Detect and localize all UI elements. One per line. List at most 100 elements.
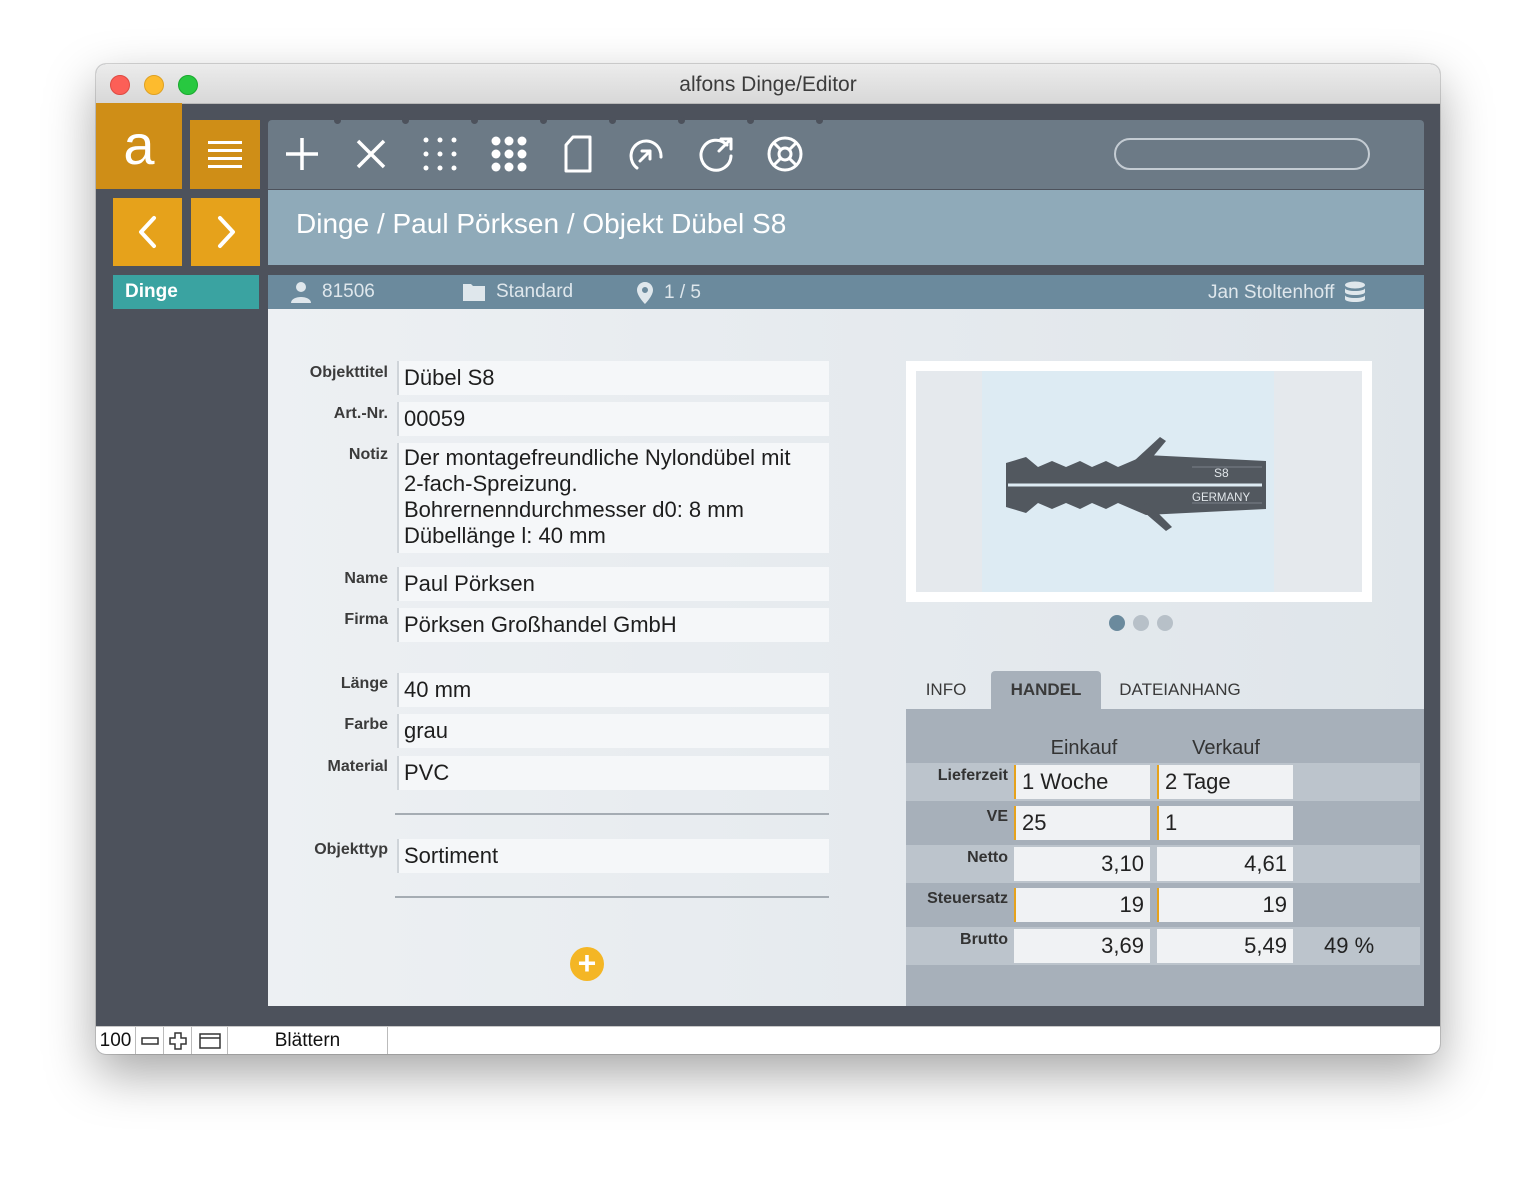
toolbar-separator-dot bbox=[816, 117, 823, 124]
small-grid-button[interactable] bbox=[418, 132, 462, 176]
row-label: VE bbox=[986, 808, 1008, 825]
zoom-level[interactable]: 100 bbox=[96, 1027, 136, 1054]
chevron-left-icon bbox=[138, 216, 156, 248]
notiz-line: Bohrernenndurchmesser d0: 8 mm bbox=[404, 497, 744, 522]
divider bbox=[395, 813, 829, 815]
ve-verkauf-field[interactable]: 1 bbox=[1157, 806, 1293, 840]
minus-icon bbox=[140, 1037, 159, 1045]
previous-button[interactable] bbox=[113, 198, 182, 266]
list-icon bbox=[208, 140, 242, 168]
plus-icon bbox=[286, 138, 318, 170]
status-bar: 100 Blättern bbox=[96, 1026, 1440, 1054]
material-label: Material bbox=[327, 758, 388, 775]
material-field[interactable]: PVC bbox=[397, 756, 829, 790]
document-icon bbox=[564, 135, 592, 173]
wall-plug-image: S8 GERMANY bbox=[1006, 437, 1266, 531]
ve-einkauf-field[interactable]: 25 bbox=[1014, 806, 1150, 840]
objekttyp-label: Objekttyp bbox=[314, 841, 388, 858]
lieferzeit-einkauf-field[interactable]: 1 Woche bbox=[1014, 765, 1150, 799]
small-grid-icon bbox=[423, 137, 457, 171]
table-row-lieferzeit: Lieferzeit 1 Woche 2 Tage bbox=[906, 763, 1420, 801]
column-header-verkauf: Verkauf bbox=[1192, 737, 1260, 759]
new-button[interactable] bbox=[280, 132, 324, 176]
image-frame: S8 GERMANY bbox=[916, 371, 1362, 592]
location-pin-icon bbox=[637, 282, 653, 304]
netto-verkauf-field[interactable]: 4,61 bbox=[1157, 847, 1293, 881]
window-title: alfons Dinge/Editor bbox=[679, 73, 857, 96]
toolbar-separator-dot bbox=[609, 117, 616, 124]
image-page-dot[interactable] bbox=[1133, 615, 1149, 631]
laenge-field[interactable]: 40 mm bbox=[397, 673, 829, 707]
toolbar bbox=[268, 117, 1424, 189]
refresh-icon bbox=[699, 137, 733, 172]
layout-toggle-button[interactable] bbox=[192, 1027, 228, 1054]
name-label: Name bbox=[344, 570, 388, 587]
delete-button[interactable] bbox=[349, 132, 393, 176]
image-text-s8: S8 bbox=[1214, 466, 1229, 480]
firma-label: Firma bbox=[344, 611, 388, 628]
customer-info: 81506 bbox=[290, 281, 375, 303]
brutto-verkauf-field[interactable]: 5,49 bbox=[1157, 929, 1293, 963]
steuersatz-verkauf-field[interactable]: 19 bbox=[1157, 888, 1293, 922]
document-button[interactable] bbox=[556, 132, 600, 176]
tab-handel[interactable]: HANDEL bbox=[991, 671, 1101, 709]
image-page-dot[interactable] bbox=[1157, 615, 1173, 631]
tab-info[interactable]: INFO bbox=[916, 671, 976, 709]
add-field-button[interactable]: + bbox=[570, 947, 604, 981]
help-icon bbox=[767, 136, 803, 172]
sidebar-item-dinge[interactable]: Dinge bbox=[113, 275, 259, 309]
farbe-label: Farbe bbox=[344, 716, 388, 733]
refresh-button[interactable] bbox=[694, 132, 738, 176]
image-text-germany: GERMANY bbox=[1192, 492, 1250, 504]
notiz-line: Dübellänge l: 40 mm bbox=[404, 523, 606, 548]
toolbar-separator-dot bbox=[678, 117, 685, 124]
folder-info: Standard bbox=[462, 281, 573, 303]
editor-content: Objekttitel Dübel S8 Art.-Nr. 00059 Noti… bbox=[268, 309, 1424, 1006]
app-window: alfons Dinge/Editor a Dinge / Paul Pörks… bbox=[96, 64, 1440, 1054]
folder-name: Standard bbox=[496, 281, 574, 302]
objekttyp-field[interactable]: Sortiment bbox=[397, 839, 829, 873]
artnr-label: Art.-Nr. bbox=[333, 405, 388, 422]
steuersatz-einkauf-field[interactable]: 19 bbox=[1014, 888, 1150, 922]
user-name: Jan Stoltenhoff bbox=[1208, 282, 1335, 303]
brutto-einkauf-field[interactable]: 3,69 bbox=[1014, 929, 1150, 963]
app-logo[interactable]: a bbox=[96, 103, 182, 189]
notiz-label: Notiz bbox=[348, 446, 388, 463]
margin-percent: 49 % bbox=[1324, 933, 1375, 958]
laenge-label: Länge bbox=[340, 675, 388, 692]
notiz-field[interactable]: Der montagefreundliche Nylondübel mit 2-… bbox=[397, 443, 829, 553]
help-button[interactable] bbox=[763, 132, 807, 176]
divider bbox=[395, 896, 829, 898]
mode-indicator[interactable]: Blättern bbox=[228, 1027, 388, 1054]
table-row-brutto: Brutto 3,69 5,49 49 % bbox=[906, 927, 1420, 965]
position-info: 1 / 5 bbox=[636, 281, 701, 305]
row-label: Steuersatz bbox=[927, 890, 1008, 907]
record-info-bar: 81506 Standard 1 / 5 Jan Stoltenhoff bbox=[268, 275, 1424, 309]
row-label: Netto bbox=[967, 849, 1008, 866]
list-view-button[interactable] bbox=[190, 120, 260, 189]
breadcrumb: Dinge / Paul Pörksen / Objekt Dübel S8 bbox=[268, 190, 1424, 265]
handel-panel: Einkauf Verkauf Lieferzeit 1 Woche 2 Tag… bbox=[906, 709, 1424, 1006]
large-grid-button[interactable] bbox=[487, 132, 531, 176]
next-button[interactable] bbox=[191, 198, 260, 266]
table-row-netto: Netto 3,10 4,61 bbox=[906, 845, 1420, 883]
undo-button[interactable] bbox=[625, 132, 669, 176]
window-icon bbox=[198, 1033, 221, 1049]
zoom-in-button[interactable] bbox=[164, 1027, 192, 1054]
objekttitel-field[interactable]: Dübel S8 bbox=[397, 361, 829, 395]
netto-einkauf-field[interactable]: 3,10 bbox=[1014, 847, 1150, 881]
table-row-ve: VE 25 1 bbox=[906, 804, 1420, 842]
search-input[interactable] bbox=[1114, 138, 1370, 170]
tab-dateianhang[interactable]: DATEIANHANG bbox=[1113, 671, 1247, 709]
objekttitel-label: Objekttitel bbox=[309, 364, 388, 381]
product-image[interactable]: S8 GERMANY bbox=[906, 361, 1372, 602]
farbe-field[interactable]: grau bbox=[397, 714, 829, 748]
image-page-dot-active[interactable] bbox=[1109, 615, 1125, 631]
artnr-field[interactable]: 00059 bbox=[397, 402, 829, 436]
lieferzeit-verkauf-field[interactable]: 2 Tage bbox=[1157, 765, 1293, 799]
zoom-out-button[interactable] bbox=[136, 1027, 164, 1054]
firma-field[interactable]: Pörksen Großhandel GmbH bbox=[397, 608, 829, 642]
table-row-steuersatz: Steuersatz 19 19 bbox=[906, 886, 1420, 924]
name-field[interactable]: Paul Pörksen bbox=[397, 567, 829, 601]
toolbar-separator-dot bbox=[471, 117, 478, 124]
